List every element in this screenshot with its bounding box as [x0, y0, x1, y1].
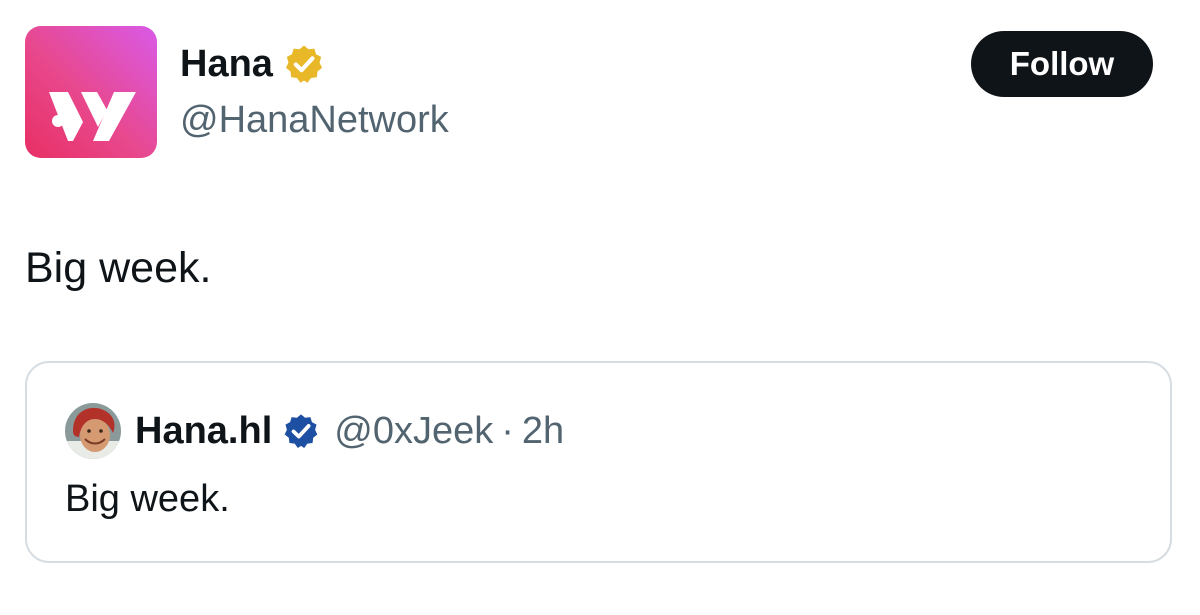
hana-logo-avatar[interactable] [25, 26, 157, 158]
follow-button[interactable]: Follow [971, 31, 1153, 97]
quoted-post-text: Big week. [65, 478, 230, 520]
quoted-author-avatar[interactable] [65, 403, 121, 459]
author-display-name[interactable]: Hana [180, 40, 325, 88]
quoted-post-card[interactable]: Hana.hl @0xJeek · 2h Big week. [25, 361, 1172, 563]
gold-verified-badge-icon [285, 45, 322, 83]
quoted-author-name[interactable]: Hana.hl [135, 410, 272, 453]
author-handle[interactable]: @HanaNetwork [180, 96, 449, 144]
header-separator: · [501, 409, 514, 452]
hana-logo-icon [49, 92, 136, 141]
author-name-text: Hana [180, 43, 273, 85]
post-text: Big week. [25, 244, 212, 292]
anime-character-avatar-icon [65, 403, 121, 459]
blue-verified-badge-icon [284, 414, 318, 448]
quoted-post-timestamp[interactable]: 2h [522, 410, 564, 453]
quoted-author-handle[interactable]: @0xJeek [334, 410, 493, 453]
post-view: Hana @HanaNetwork Follow Big week. Hana. [0, 0, 1200, 615]
quoted-post-header: Hana.hl @0xJeek · 2h [65, 403, 564, 459]
